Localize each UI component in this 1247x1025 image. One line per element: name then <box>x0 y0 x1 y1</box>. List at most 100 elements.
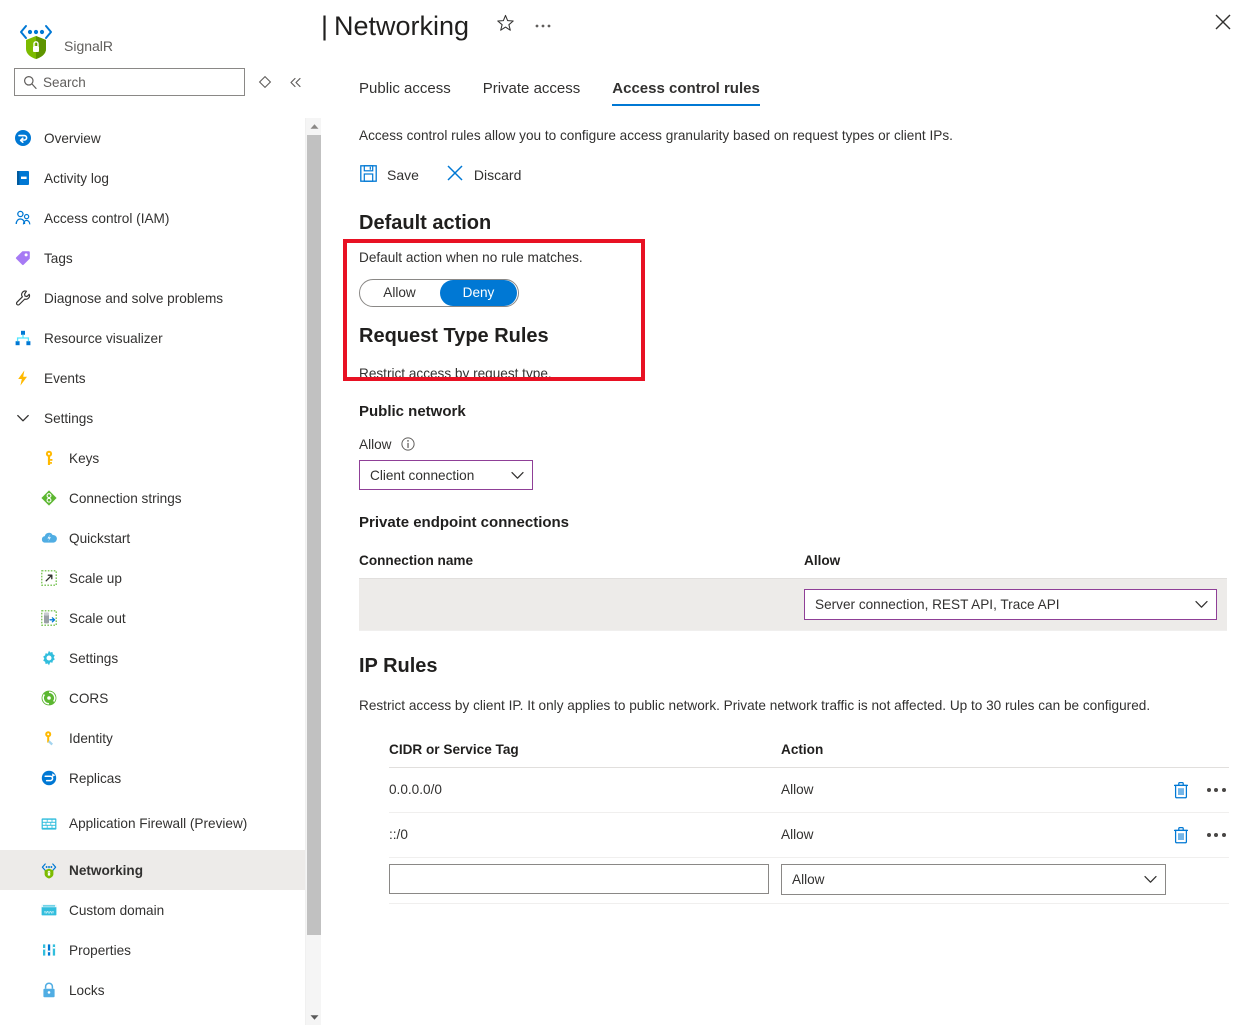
panel-description: Access control rules allow you to config… <box>359 128 1227 143</box>
cell-action: Allow <box>781 812 1139 857</box>
pin-diamond-icon[interactable] <box>255 72 275 92</box>
private-endpoint-connections-heading: Private endpoint connections <box>359 514 1227 531</box>
sidebar-item-label: Quickstart <box>69 531 130 546</box>
tab-access-control-rules[interactable]: Access control rules <box>612 80 760 106</box>
title-actions <box>491 12 557 40</box>
table-row[interactable]: ::/0 Allow <box>389 812 1229 857</box>
discard-x-icon <box>445 163 465 186</box>
custom-domain-icon: www <box>40 901 58 919</box>
sidebar-item-label: Settings <box>44 411 93 426</box>
new-cidr-input[interactable] <box>389 864 769 894</box>
table-row: Server connection, REST API, Trace API <box>359 579 1227 631</box>
sidebar-item-label: Keys <box>69 451 99 466</box>
default-action-option-allow[interactable]: Allow <box>361 280 438 306</box>
page-title: Networking <box>334 13 469 40</box>
default-action-option-deny[interactable]: Deny <box>440 280 517 306</box>
favorite-button[interactable] <box>491 12 519 40</box>
sidebar-item-access-control-iam[interactable]: Access control (IAM) <box>0 198 305 238</box>
public-network-field-label-row: Allow <box>359 437 1227 452</box>
chevron-down-icon <box>14 409 32 427</box>
tab-public-access[interactable]: Public access <box>359 80 451 106</box>
networking-icon <box>40 861 58 879</box>
sidebar-item-locks[interactable]: Locks <box>0 970 305 1010</box>
search-input[interactable] <box>43 75 223 90</box>
blade-titlebar: | Networking <box>321 0 1247 52</box>
activity-log-icon <box>14 169 32 187</box>
public-network-allow-dropdown[interactable]: Client connection <box>359 460 533 490</box>
azure-portal-blade: SignalR <box>0 0 1247 1025</box>
sidebar-item-cors[interactable]: CORS <box>0 678 305 718</box>
cell-row-actions <box>1139 767 1229 812</box>
chevron-down-icon <box>511 468 524 483</box>
private-endpoint-allow-value: Server connection, REST API, Trace API <box>815 597 1060 612</box>
sidebar-item-activity-log[interactable]: Activity log <box>0 158 305 198</box>
sidebar-item-label: Application Firewall (Preview) <box>69 816 247 833</box>
chevron-down-icon <box>1144 872 1157 887</box>
ip-rules-section: IP Rules Restrict access by client IP. I… <box>359 655 1227 904</box>
tab-private-access[interactable]: Private access <box>483 80 581 106</box>
sidebar-item-properties[interactable]: Properties <box>0 930 305 970</box>
replicas-icon <box>40 769 58 787</box>
sidebar-item-label: Overview <box>44 131 101 146</box>
tab-panel-access-control-rules: Access control rules allow you to config… <box>321 128 1247 904</box>
sidebar-item-label: Access control (IAM) <box>44 211 169 226</box>
sidebar-item-resource-visualizer[interactable]: Resource visualizer <box>0 318 305 358</box>
search-icon <box>23 75 37 89</box>
identity-key-icon <box>40 729 58 747</box>
sidebar-item-scale-up[interactable]: Scale up <box>0 558 305 598</box>
sidebar-item-settings[interactable]: Settings <box>0 398 305 438</box>
sidebar-item-replicas[interactable]: Replicas <box>0 758 305 798</box>
default-action-section: Default action Default action when no ru… <box>359 212 1227 307</box>
sidebar-item-diagnose-and-solve-problems[interactable]: Diagnose and solve problems <box>0 278 305 318</box>
more-options-button[interactable] <box>529 12 557 40</box>
blade-content: | Networking <box>321 0 1247 1025</box>
tab-strip: Public access Private access Access cont… <box>321 64 1247 106</box>
default-action-heading: Default action <box>359 212 1227 235</box>
sidebar-item-label: Locks <box>69 983 105 998</box>
collapse-sidebar-icon[interactable] <box>285 72 305 92</box>
new-action-dropdown[interactable]: Allow <box>781 864 1166 895</box>
sidebar-item-events[interactable]: Events <box>0 358 305 398</box>
table-row[interactable]: 0.0.0.0/0 Allow <box>389 767 1229 812</box>
scrollbar-thumb[interactable] <box>307 135 321 935</box>
tags-icon <box>14 249 32 267</box>
sidebar-item-label: Scale up <box>69 571 122 586</box>
sidebar-item-overview[interactable]: Overview <box>0 118 305 158</box>
cell-new-action: Allow <box>781 857 1229 903</box>
scroll-down-arrow-icon[interactable] <box>306 1009 322 1025</box>
star-icon <box>496 14 515 38</box>
ellipsis-icon[interactable] <box>1203 833 1229 837</box>
trash-icon[interactable] <box>1169 823 1193 847</box>
sidebar-item-settings[interactable]: Settings <box>0 638 305 678</box>
sidebar-item-custom-domain[interactable]: wwwCustom domain <box>0 890 305 930</box>
search-box[interactable] <box>14 68 245 96</box>
private-endpoint-allow-dropdown[interactable]: Server connection, REST API, Trace API <box>804 589 1217 620</box>
sidebar-scrollbar[interactable] <box>305 118 321 1025</box>
column-header-cidr-or-service-tag: CIDR or Service Tag <box>389 738 781 768</box>
sidebar-item-tags[interactable]: Tags <box>0 238 305 278</box>
sidebar-item-connection-strings[interactable]: Connection strings <box>0 478 305 518</box>
info-icon[interactable] <box>401 437 415 451</box>
default-action-toggle[interactable]: Allow Deny <box>359 279 519 307</box>
access-control-iam-icon <box>14 209 32 227</box>
discard-button[interactable]: Discard <box>445 163 521 186</box>
svg-text:www: www <box>44 909 54 914</box>
scroll-up-arrow-icon[interactable] <box>306 118 322 134</box>
cell-cidr: 0.0.0.0/0 <box>389 767 781 812</box>
column-header-allow: Allow <box>804 549 1227 579</box>
save-button[interactable]: Save <box>359 164 419 186</box>
trash-icon[interactable] <box>1169 778 1193 802</box>
close-blade-button[interactable] <box>1207 8 1239 40</box>
sidebar-item-networking[interactable]: Networking <box>0 850 305 890</box>
resource-sidebar: SignalR <box>0 0 305 1025</box>
sidebar-item-quickstart[interactable]: Quickstart <box>0 518 305 558</box>
sidebar-item-identity[interactable]: Identity <box>0 718 305 758</box>
save-icon <box>359 164 378 186</box>
sidebar-item-application-firewall-preview[interactable]: Application Firewall (Preview) <box>0 798 305 850</box>
brand: SignalR <box>0 0 305 62</box>
sidebar-item-scale-out[interactable]: Scale out <box>0 598 305 638</box>
ellipsis-icon[interactable] <box>1203 788 1229 792</box>
scale-out-icon <box>40 609 58 627</box>
scale-up-icon <box>40 569 58 587</box>
sidebar-item-keys[interactable]: Keys <box>0 438 305 478</box>
